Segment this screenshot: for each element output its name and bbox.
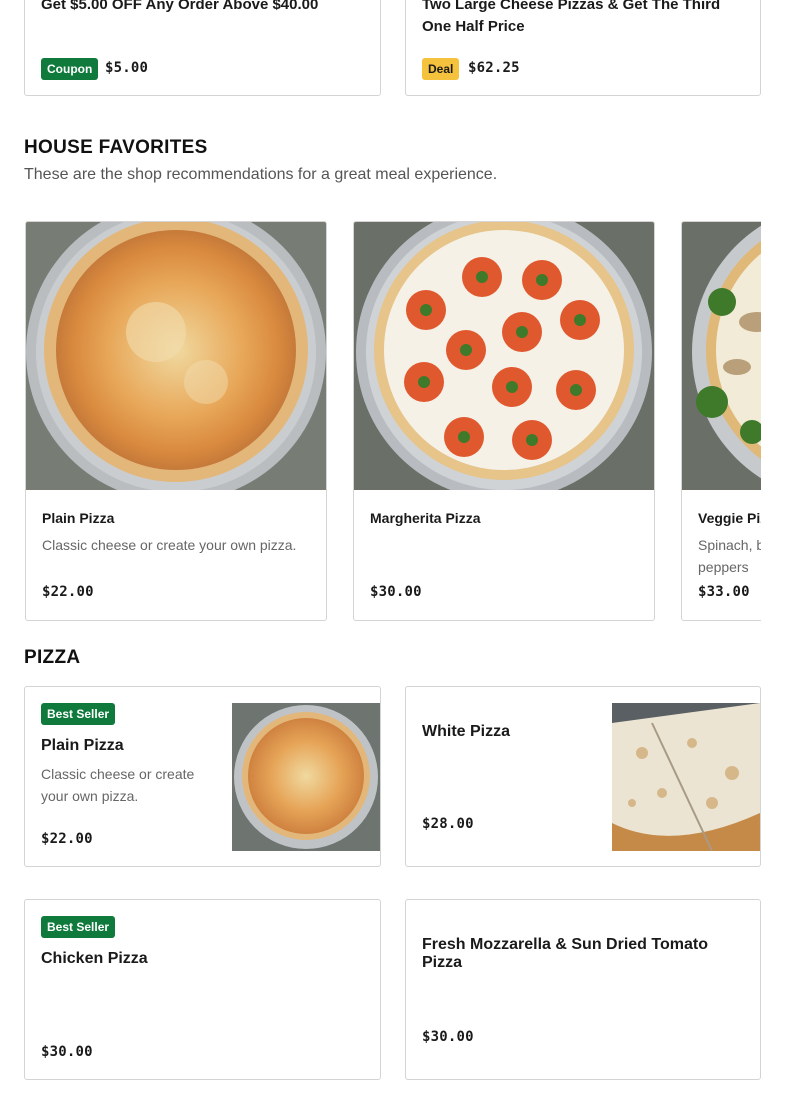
promo-card-coupon[interactable]: Get $5.00 OFF Any Order Above $40.00 Cou… xyxy=(24,0,381,96)
menu-item-plain-pizza[interactable]: Best Seller Plain Pizza Classic cheese o… xyxy=(24,686,381,867)
favorite-name: Margherita Pizza xyxy=(370,510,481,526)
menu-item-price: $30.00 xyxy=(422,1029,474,1045)
menu-item-mozzarella-sun-dried-tomato-pizza[interactable]: Fresh Mozzarella & Sun Dried Tomato Pizz… xyxy=(405,899,761,1080)
promo-title: Get $5.00 OFF Any Order Above $40.00 xyxy=(41,0,319,13)
promo-price: $5.00 xyxy=(105,60,149,76)
menu-item-price: $22.00 xyxy=(41,831,93,847)
pizza-section-title: PIZZA xyxy=(24,647,81,668)
menu-item-white-pizza[interactable]: White Pizza $28.00 xyxy=(405,686,761,867)
menu-item-name: Chicken Pizza xyxy=(41,950,148,967)
veggie-pizza-image xyxy=(682,222,761,490)
margherita-pizza-image xyxy=(354,222,654,490)
favorite-card-plain-pizza[interactable]: Plain Pizza Classic cheese or create you… xyxy=(25,221,327,621)
best-seller-badge: Best Seller xyxy=(41,703,116,725)
coupon-tag: Coupon xyxy=(41,58,99,80)
house-favorites-title: HOUSE FAVORITES xyxy=(24,137,208,158)
menu-item-price: $30.00 xyxy=(41,1044,93,1060)
plain-pizza-thumbnail xyxy=(232,703,380,851)
best-seller-badge: Best Seller xyxy=(41,916,116,938)
menu-item-description: Classic cheese or create your own pizza. xyxy=(41,766,195,804)
menu-item-name: White Pizza xyxy=(422,723,511,740)
menu-item-name: Fresh Mozzarella & Sun Dried Tomato Pizz… xyxy=(422,936,708,971)
promo-price: $62.25 xyxy=(468,60,520,76)
plain-pizza-image xyxy=(26,222,326,490)
menu-item-price: $28.00 xyxy=(422,816,474,832)
favorites-carousel[interactable]: Plain Pizza Classic cheese or create you… xyxy=(24,221,761,621)
white-pizza-thumbnail xyxy=(612,703,760,851)
menu-item-name: Plain Pizza xyxy=(41,737,124,754)
favorite-description: Spinach, broccoli, mushrooms, green pepp… xyxy=(698,537,761,575)
deal-tag: Deal xyxy=(422,58,460,80)
favorite-name: Plain Pizza xyxy=(42,510,115,526)
favorite-description: Classic cheese or create your own pizza. xyxy=(42,537,297,553)
favorite-price: $22.00 xyxy=(42,584,94,600)
promo-card-deal[interactable]: Two Large Cheese Pizzas & Get The Third … xyxy=(405,0,761,96)
promo-title: Two Large Cheese Pizzas & Get The Third … xyxy=(422,0,721,35)
favorite-card-margherita-pizza[interactable]: Margherita Pizza $30.00 xyxy=(353,221,655,621)
house-favorites-subtitle: These are the shop recommendations for a… xyxy=(24,166,498,183)
menu-item-chicken-pizza[interactable]: Best Seller Chicken Pizza $30.00 xyxy=(24,899,381,1080)
favorite-price: $33.00 xyxy=(698,584,750,600)
favorite-price: $30.00 xyxy=(370,584,422,600)
favorite-card-veggie-pizza[interactable]: Veggie Pizza Spinach, broccoli, mushroom… xyxy=(681,221,761,621)
favorite-name: Veggie Pizza xyxy=(698,510,761,526)
